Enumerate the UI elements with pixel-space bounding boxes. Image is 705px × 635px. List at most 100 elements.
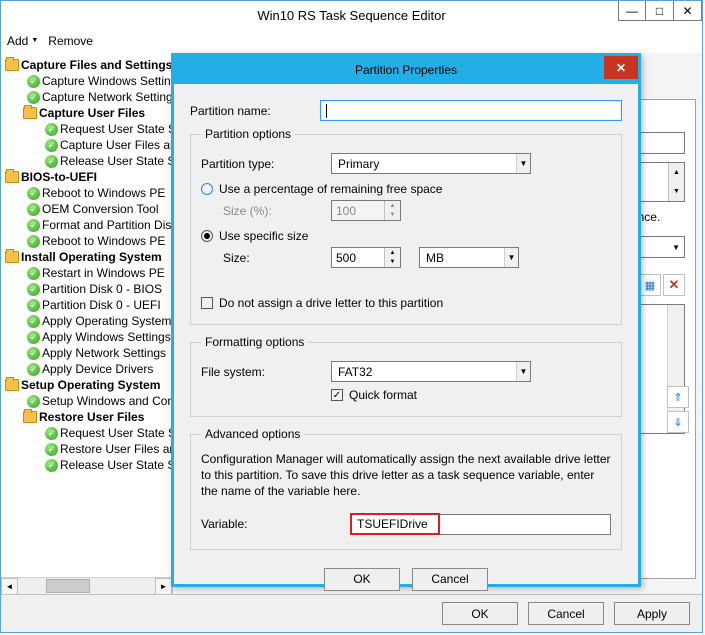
tree-item[interactable]: Request User State Storage <box>60 122 173 136</box>
partition-properties-dialog: Partition Properties ✕ Partition name: P… <box>171 53 641 587</box>
task-tree[interactable]: Capture Files and Settings ✓Capture Wind… <box>1 53 172 473</box>
scroll-right-icon[interactable]: ► <box>155 578 172 594</box>
maximize-button[interactable]: □ <box>646 1 674 21</box>
formatting-options-group: Formatting options File system: FAT32▼ ✓… <box>190 335 622 417</box>
check-icon: ✓ <box>45 139 58 152</box>
check-icon: ✓ <box>27 283 40 296</box>
apply-button[interactable]: Apply <box>614 602 690 625</box>
group-setup-os[interactable]: Setup Operating System <box>21 378 160 392</box>
folder-icon <box>23 107 37 119</box>
scroll-up-icon[interactable]: ▲ <box>669 163 684 182</box>
folder-icon <box>5 379 19 391</box>
tree-pane: Capture Files and Settings ✓Capture Wind… <box>1 53 173 594</box>
dialog-close-button[interactable]: ✕ <box>604 56 638 79</box>
chevron-down-icon: ▼ <box>31 37 38 44</box>
dialog-title: Partition Properties <box>355 63 457 77</box>
horizontal-scrollbar[interactable]: ◄ ► <box>1 577 172 594</box>
tree-item[interactable]: Request User State Storage <box>60 426 173 440</box>
check-icon: ✓ <box>27 267 40 280</box>
minimize-button[interactable]: — <box>618 1 646 21</box>
scroll-left-icon[interactable]: ◄ <box>1 578 18 594</box>
size-percent-input: 100▲▼ <box>331 200 401 221</box>
variable-input[interactable]: TSUEFIDrive <box>351 514 611 535</box>
group-capture[interactable]: Capture Files and Settings <box>21 58 172 72</box>
tree-item[interactable]: Apply Windows Settings <box>42 330 171 344</box>
group-restore-user[interactable]: Restore User Files <box>39 410 144 424</box>
partition-type-select[interactable]: Primary▼ <box>331 153 531 174</box>
tree-item[interactable]: Setup Windows and ConfigMgr <box>42 394 173 408</box>
check-icon: ✓ <box>27 299 40 312</box>
advanced-options-legend: Advanced options <box>201 427 304 441</box>
move-partition-down-button[interactable]: ⇓ <box>667 411 689 433</box>
tree-item[interactable]: Partition Disk 0 - BIOS <box>42 282 162 296</box>
no-drive-letter-label[interactable]: Do not assign a drive letter to this par… <box>219 296 443 310</box>
scroll-thumb[interactable] <box>46 579 90 593</box>
quick-format-label[interactable]: Quick format <box>349 388 417 402</box>
arrow-down-icon: ⇓ <box>673 416 682 429</box>
no-drive-letter-checkbox[interactable] <box>201 297 213 309</box>
dialog-titlebar: Partition Properties ✕ <box>174 56 638 84</box>
ok-button[interactable]: OK <box>442 602 518 625</box>
radio-use-specific-size[interactable] <box>201 230 213 242</box>
dialog-cancel-button[interactable]: Cancel <box>412 568 488 591</box>
window-title: Win10 RS Task Sequence Editor <box>257 8 445 23</box>
spin-down-icon[interactable]: ▼ <box>385 258 400 268</box>
text-caret <box>326 104 327 118</box>
remove-button[interactable]: Remove <box>48 34 93 48</box>
scroll-down-icon[interactable]: ▼ <box>669 182 684 201</box>
tree-item[interactable]: Capture Network Settings <box>42 90 173 104</box>
properties-button[interactable]: ▦ <box>639 274 661 296</box>
tree-item[interactable]: Restore User Files and Settings <box>60 442 173 456</box>
tree-item[interactable]: Capture Windows Settings <box>42 74 173 88</box>
size-input[interactable]: 500▲▼ <box>331 247 401 268</box>
add-menu-button[interactable]: Add▼ <box>7 34 38 48</box>
delete-partition-button[interactable]: ✕ <box>663 274 685 296</box>
radio-use-specific-size-label[interactable]: Use specific size <box>219 229 308 243</box>
quick-format-checkbox[interactable]: ✓ <box>331 389 343 401</box>
chevron-down-icon: ▼ <box>504 248 518 267</box>
check-icon: ✓ <box>27 235 40 248</box>
tree-item[interactable]: Reboot to Windows PE <box>42 186 165 200</box>
check-icon: ✓ <box>27 203 40 216</box>
check-icon: ✓ <box>27 363 40 376</box>
main-footer: OK Cancel Apply <box>1 594 702 632</box>
delete-icon: ✕ <box>669 277 680 293</box>
tree-item[interactable]: Apply Device Drivers <box>42 362 153 376</box>
spin-up-icon[interactable]: ▲ <box>385 248 400 258</box>
radio-use-percentage[interactable] <box>201 183 213 195</box>
group-capture-user[interactable]: Capture User Files <box>39 106 145 120</box>
close-button[interactable]: ✕ <box>674 1 702 21</box>
tree-item[interactable]: Restart in Windows PE <box>42 266 165 280</box>
check-icon: ✓ <box>45 155 58 168</box>
tree-item[interactable]: OEM Conversion Tool <box>42 202 159 216</box>
tree-item[interactable]: Partition Disk 0 - UEFI <box>42 298 161 312</box>
tree-item[interactable]: Release User State Storage <box>60 154 173 168</box>
formatting-options-legend: Formatting options <box>201 335 308 349</box>
radio-use-percentage-label[interactable]: Use a percentage of remaining free space <box>219 182 442 196</box>
partition-options-legend: Partition options <box>201 127 295 141</box>
dialog-body: Partition name: Partition options Partit… <box>174 84 638 599</box>
filesystem-select[interactable]: FAT32▼ <box>331 361 531 382</box>
check-icon: ✓ <box>27 331 40 344</box>
tree-item[interactable]: Reboot to Windows PE <box>42 234 165 248</box>
move-partition-up-button[interactable]: ⇑ <box>667 386 689 408</box>
dialog-ok-button[interactable]: OK <box>324 568 400 591</box>
tree-item[interactable]: Apply Network Settings <box>42 346 166 360</box>
spin-up-icon: ▲ <box>385 201 400 211</box>
size-label: Size: <box>201 251 331 265</box>
tree-item[interactable]: Format and Partition Disk <box>42 218 173 232</box>
chevron-down-icon: ▼ <box>672 243 680 252</box>
tree-item[interactable]: Apply Operating System <box>42 314 171 328</box>
size-unit-select[interactable]: MB▼ <box>419 247 519 268</box>
check-icon: ✓ <box>45 459 58 472</box>
tree-item[interactable]: Release User State Storage <box>60 458 173 472</box>
cancel-button[interactable]: Cancel <box>528 602 604 625</box>
check-icon: ✓ <box>27 91 40 104</box>
group-install-os[interactable]: Install Operating System <box>21 250 162 264</box>
group-bios-uefi[interactable]: BIOS-to-UEFI <box>21 170 97 184</box>
tree-item[interactable]: Capture User Files and Settings <box>60 138 173 152</box>
advanced-help-text: Configuration Manager will automatically… <box>201 451 611 500</box>
advanced-options-group: Advanced options Configuration Manager w… <box>190 427 622 550</box>
dialog-footer: OK Cancel <box>190 560 622 591</box>
partition-name-input[interactable] <box>320 100 622 121</box>
